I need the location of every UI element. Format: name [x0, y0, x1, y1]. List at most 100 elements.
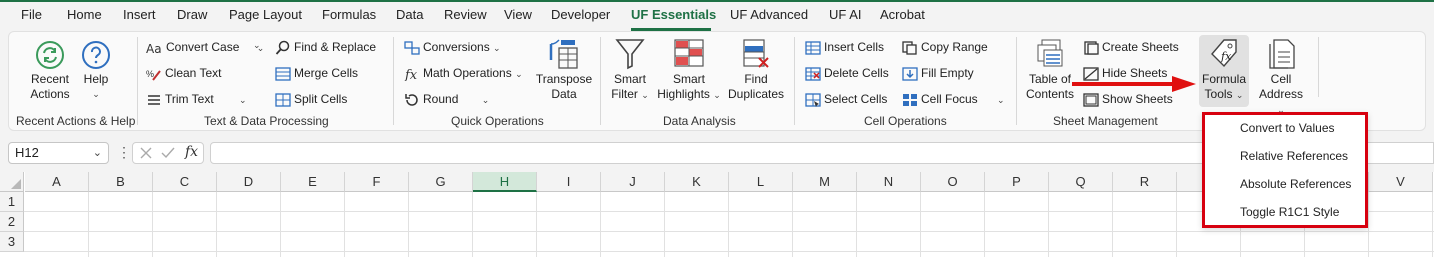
tab-uf-ai[interactable]: UF AI: [829, 7, 862, 22]
column-header-h[interactable]: H: [473, 172, 537, 192]
copy-range-button[interactable]: Copy Range: [902, 38, 988, 56]
help-label: Help: [83, 72, 109, 86]
cell-address-button[interactable]: Cell Address ⌄: [1254, 38, 1308, 118]
column-header-v[interactable]: V: [1369, 172, 1433, 192]
round-button[interactable]: Round ⌄: [404, 90, 489, 108]
name-box[interactable]: H12 ⌄: [8, 142, 109, 164]
check-icon[interactable]: [161, 146, 175, 160]
conversions-button[interactable]: Conversions ⌄: [404, 38, 501, 56]
smart-highlights-button[interactable]: Smart Highlights ⌄: [654, 38, 724, 103]
column-header-q[interactable]: Q: [1049, 172, 1113, 192]
create-sheets-button[interactable]: Create Sheets: [1083, 38, 1179, 56]
column-header-k[interactable]: K: [665, 172, 729, 192]
grid-column-line: [1176, 192, 1177, 257]
row-header-2[interactable]: 2: [0, 212, 24, 232]
insert-cells-icon: [805, 41, 821, 55]
select-cells-icon: [805, 93, 821, 107]
smart-filter-button[interactable]: Smart Filter ⌄: [608, 38, 652, 103]
column-header-m[interactable]: M: [793, 172, 857, 192]
group-divider: [794, 37, 795, 125]
column-header-i[interactable]: I: [537, 172, 601, 192]
column-header-n[interactable]: N: [857, 172, 921, 192]
chevron-down-icon[interactable]: ⌄: [93, 143, 102, 163]
grid-row-line: [24, 251, 1434, 252]
tab-draw[interactable]: Draw: [177, 7, 207, 22]
row-header-1[interactable]: 1: [0, 192, 24, 212]
menu-item-toggle-r1c1-style[interactable]: Toggle R1C1 Style: [1240, 205, 1339, 219]
svg-text:fx: fx: [404, 68, 418, 81]
tab-formulas[interactable]: Formulas: [322, 7, 376, 22]
tab-data[interactable]: Data: [396, 7, 423, 22]
delete-cells-button[interactable]: Delete Cells: [805, 64, 889, 82]
grid-column-line: [664, 192, 665, 257]
column-header-e[interactable]: E: [281, 172, 345, 192]
tab-uf-essentials[interactable]: UF Essentials: [631, 7, 716, 22]
formula-tools-button[interactable]: fx Formula Tools ⌄: [1199, 38, 1249, 103]
column-header-r[interactable]: R: [1113, 172, 1177, 192]
split-cells-button[interactable]: Split Cells: [275, 90, 347, 108]
column-header-l[interactable]: L: [729, 172, 793, 192]
find-duplicates-button[interactable]: Find Duplicates: [726, 38, 786, 102]
cancel-icon[interactable]: [139, 146, 153, 160]
clean-text-button[interactable]: % Clean Text: [146, 64, 221, 82]
insert-cells-button[interactable]: Insert Cells: [805, 38, 884, 56]
group-label-cell-ops: Cell Operations: [864, 114, 947, 128]
trim-text-button[interactable]: Trim Text ⌄: [146, 90, 247, 108]
tab-uf-advanced[interactable]: UF Advanced: [730, 7, 808, 22]
name-box-value: H12: [15, 145, 39, 160]
transpose-icon: [549, 39, 578, 69]
math-operations-button[interactable]: fx Math Operations ⌄: [404, 64, 523, 83]
column-header-a[interactable]: A: [25, 172, 89, 192]
column-header-g[interactable]: G: [409, 172, 473, 192]
tab-insert[interactable]: Insert: [123, 7, 156, 22]
row-header-3[interactable]: 3: [0, 232, 24, 252]
grid-column-line: [856, 192, 857, 257]
tab-page-layout[interactable]: Page Layout: [229, 7, 302, 22]
fill-empty-button[interactable]: Fill Empty: [902, 64, 974, 82]
tab-review[interactable]: Review: [444, 7, 487, 22]
column-header-p[interactable]: P: [985, 172, 1049, 192]
recent-actions-button[interactable]: Recent Actions: [28, 40, 72, 102]
help-button[interactable]: Help ⌄: [78, 40, 114, 102]
tab-home[interactable]: Home: [67, 7, 102, 22]
chevron-down-icon: ⌄: [493, 43, 501, 53]
delete-cells-icon: [805, 67, 821, 81]
transpose-data-button[interactable]: Transpose Data: [535, 38, 593, 102]
grid-column-line: [792, 192, 793, 257]
function-icon: fx: [404, 68, 418, 83]
column-header-f[interactable]: F: [345, 172, 409, 192]
convert-case-button[interactable]: Aa Convert Case ⌄: [146, 38, 264, 56]
column-header-d[interactable]: D: [217, 172, 281, 192]
cell-focus-icon: [903, 93, 917, 106]
help-icon: [82, 41, 110, 69]
tab-acrobat[interactable]: Acrobat: [880, 7, 925, 22]
find-replace-button[interactable]: Find & Replace: [275, 38, 376, 56]
merge-cells-button[interactable]: Merge Cells: [275, 64, 358, 82]
svg-text:%: %: [146, 69, 154, 79]
menu-item-absolute-references[interactable]: Absolute References: [1240, 177, 1351, 191]
column-header-b[interactable]: B: [89, 172, 153, 192]
tab-developer[interactable]: Developer: [551, 7, 610, 22]
formula-tools-dropdown: Convert to Values Relative References Ab…: [1202, 112, 1368, 228]
group-label-recent-help: Recent Actions & Help: [16, 114, 136, 128]
insert-function-icon[interactable]: fx: [185, 144, 198, 160]
menu-item-convert-to-values[interactable]: Convert to Values: [1240, 121, 1335, 135]
chevron-down-icon: ⌄: [515, 69, 523, 79]
refresh-icon: [36, 41, 64, 69]
more-options-icon[interactable]: ⋮: [117, 144, 131, 161]
highlights-grid-icon: [674, 39, 704, 67]
select-all-corner[interactable]: [0, 172, 24, 192]
create-sheets-label: Create Sheets: [1102, 40, 1179, 54]
grid-column-line: [1112, 192, 1113, 257]
cell-focus-button[interactable]: Cell Focus ⌄: [902, 90, 1005, 108]
grid-column-line: [472, 192, 473, 257]
clean-text-label: Clean Text: [165, 66, 222, 80]
column-header-c[interactable]: C: [153, 172, 217, 192]
select-cells-button[interactable]: Select Cells: [805, 90, 887, 108]
column-header-o[interactable]: O: [921, 172, 985, 192]
formula-tag-icon: fx: [1211, 39, 1237, 68]
menu-item-relative-references[interactable]: Relative References: [1240, 149, 1348, 163]
tab-view[interactable]: View: [504, 7, 532, 22]
tab-file[interactable]: File: [21, 7, 42, 22]
column-header-j[interactable]: J: [601, 172, 665, 192]
